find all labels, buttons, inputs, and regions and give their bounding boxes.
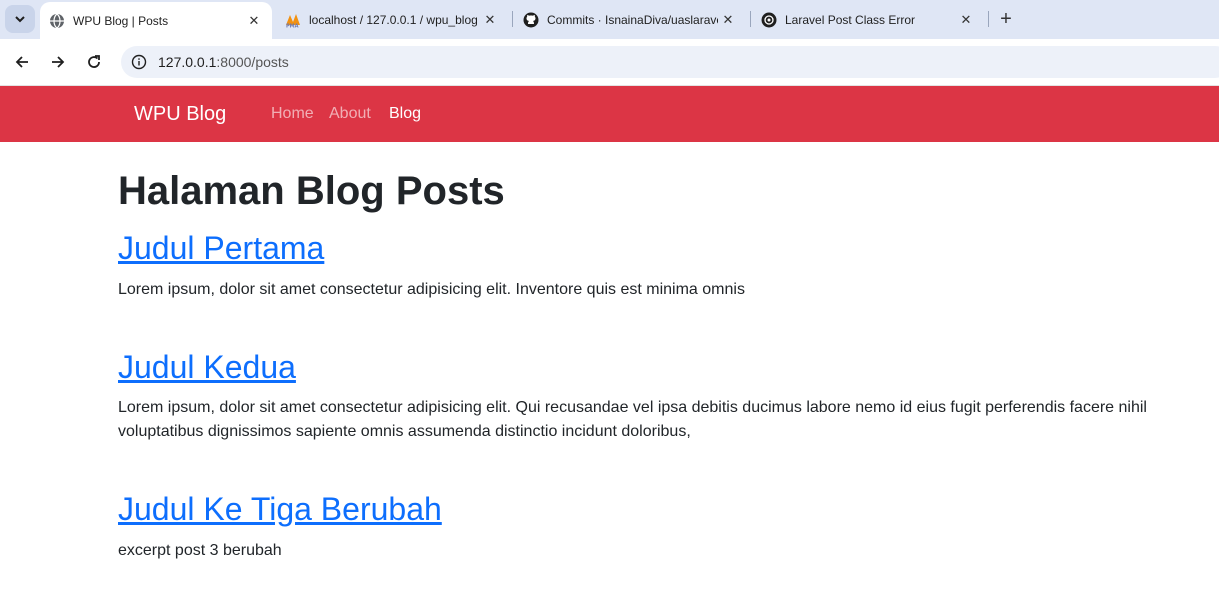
forward-button[interactable]	[47, 51, 69, 73]
tab-separator	[988, 11, 989, 27]
chevron-down-icon	[15, 16, 25, 23]
tab-separator	[512, 11, 513, 27]
tab-title: Commits · IsnainaDiva/uaslaravel	[547, 13, 718, 27]
close-tab-icon[interactable]: ✕	[956, 10, 976, 30]
close-tab-icon[interactable]: ✕	[480, 10, 500, 30]
post-title-link[interactable]: Judul Ke Tiga Berubah	[118, 491, 442, 528]
navbar-brand[interactable]: WPU Blog	[134, 103, 226, 126]
tab-title: localhost / 127.0.0.1 / wpu_blog	[309, 13, 478, 27]
tab-title: WPU Blog | Posts	[73, 13, 169, 28]
tab-separator	[750, 11, 751, 27]
tab-search-button[interactable]	[5, 5, 35, 33]
close-tab-icon[interactable]: ✕	[718, 10, 738, 30]
post-excerpt: Lorem ipsum, dolor sit amet consectetur …	[118, 281, 745, 298]
tab-laravel-error[interactable]: Laravel Post Class Error ✕	[752, 3, 984, 37]
post-excerpt: Lorem ipsum, dolor sit amet consectetur …	[118, 399, 1147, 440]
page-title: Halaman Blog Posts	[118, 169, 505, 213]
phpmyadmin-icon: PMA	[285, 12, 301, 28]
address-bar[interactable]: 127.0.0.1:8000/posts	[121, 46, 1219, 78]
tab-phpmyadmin[interactable]: PMA localhost / 127.0.0.1 / wpu_blog ✕	[276, 3, 508, 37]
tab-title: Laravel Post Class Error	[785, 13, 916, 27]
post-title-link[interactable]: Judul Kedua	[118, 349, 296, 386]
close-tab-icon[interactable]: ✕	[244, 11, 264, 31]
reload-icon	[88, 55, 100, 68]
new-tab-button[interactable]: +	[995, 8, 1017, 30]
url-text: 127.0.0.1:8000/posts	[158, 54, 289, 70]
arrow-right-icon	[52, 56, 65, 68]
tab-wpu-blog[interactable]: WPU Blog | Posts ✕	[40, 2, 272, 39]
reload-button[interactable]	[83, 51, 105, 73]
svg-text:PMA: PMA	[286, 24, 299, 29]
url-path: :8000/posts	[216, 54, 289, 70]
url-host: 127.0.0.1	[158, 54, 217, 70]
post-excerpt: excerpt post 3 berubah	[118, 542, 282, 559]
nav-link-home[interactable]: Home	[271, 105, 314, 123]
tab-github-commits[interactable]: Commits · IsnainaDiva/uaslaravel ✕	[514, 3, 746, 37]
openai-icon	[761, 12, 777, 28]
site-navbar: WPU Blog Home About Blog	[0, 86, 1219, 142]
nav-link-about[interactable]: About	[329, 105, 371, 123]
arrow-left-icon	[15, 56, 28, 68]
nav-link-blog[interactable]: Blog	[389, 105, 421, 123]
browser-toolbar: 127.0.0.1:8000/posts	[0, 39, 1219, 86]
browser-tab-strip: WPU Blog | Posts ✕ PMA localhost / 127.0…	[0, 0, 1219, 39]
back-button[interactable]	[11, 51, 33, 73]
site-info-icon[interactable]	[131, 54, 147, 70]
post-title-link[interactable]: Judul Pertama	[118, 230, 324, 267]
github-icon	[523, 12, 539, 28]
globe-icon	[49, 13, 65, 29]
